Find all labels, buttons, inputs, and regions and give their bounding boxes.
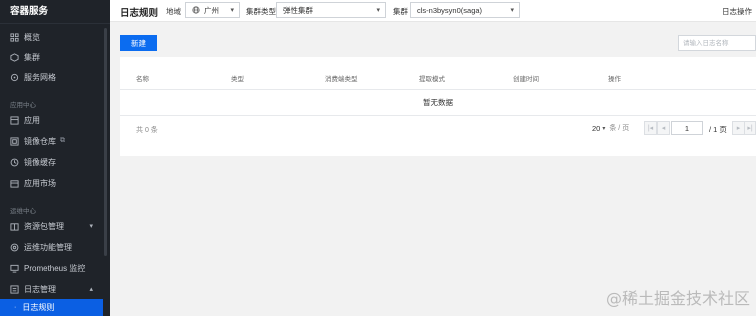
sidebar-item-cluster[interactable]: 集群 — [0, 48, 107, 66]
region-value: 广州 — [204, 5, 219, 15]
section-app-center: 应用中心 — [10, 102, 36, 109]
external-link-icon: ⧉ — [60, 137, 65, 144]
cluster-type-label: 集群类型 — [246, 7, 276, 16]
prev-page-button[interactable]: ◂ — [657, 121, 670, 135]
mesh-icon — [10, 73, 19, 82]
grid-icon — [10, 32, 19, 42]
bullet-icon: · — [14, 304, 17, 311]
chevron-down-icon: ▾ — [376, 7, 380, 14]
sidebar: 容器服务 概览 集群 服务网格 应用中心 应用 镜像仓库 ⧉ 镜像缓存 应用市场… — [0, 0, 110, 316]
chevron-up-icon: ▴ — [89, 286, 93, 293]
market-icon — [10, 179, 19, 188]
region-select[interactable]: 广州 ▾ — [185, 2, 240, 18]
page-title: 日志规则 — [120, 8, 159, 19]
new-button[interactable]: 新建 — [120, 35, 157, 51]
header-bar: 日志规则 地域 广州 ▾ 集群类型 弹性集群 ▾ 集群 cls-n3bysyn0… — [110, 0, 756, 22]
sidebar-item-image-cache[interactable]: 镜像缓存 — [0, 153, 107, 171]
cluster-value: cls-n3bysyn0(saga) — [417, 5, 483, 15]
last-page-button[interactable]: ▸| — [744, 121, 756, 135]
log-icon — [10, 284, 19, 294]
section-ops-center: 运维中心 — [10, 208, 36, 215]
page-size-unit: 条 / 页 — [609, 125, 630, 132]
sidebar-item-label: 应用 — [24, 115, 40, 125]
column-header-create-time: 创建时间 — [513, 76, 539, 83]
log-operation-link[interactable]: 日志操作 — [722, 6, 752, 17]
search-input[interactable] — [678, 35, 756, 51]
sidebar-item-label: 镜像仓库 — [24, 136, 56, 146]
ops-feature-icon — [10, 243, 19, 252]
image-cache-icon — [10, 158, 19, 167]
row-divider — [120, 115, 756, 116]
sidebar-item-label: 应用市场 — [24, 178, 56, 188]
first-page-button[interactable]: |◂ — [644, 121, 657, 135]
column-header-actions: 操作 — [608, 76, 621, 83]
sidebar-item-label: 日志规则 — [22, 303, 55, 312]
cluster-type-select[interactable]: 弹性集群 ▾ — [276, 2, 386, 18]
sidebar-item-label: 资源包管理 — [24, 221, 64, 231]
sidebar-item-label: 概览 — [24, 32, 40, 42]
header-divider — [120, 89, 756, 90]
brand-title: 容器服务 — [0, 0, 110, 24]
cluster-select[interactable]: cls-n3bysyn0(saga) ▾ — [410, 2, 520, 18]
chevron-down-icon: ▾ — [510, 7, 514, 14]
sidebar-item-label: 运维功能管理 — [24, 242, 72, 252]
image-repo-icon — [10, 136, 19, 146]
page-size-select[interactable]: 20 ▾ 条 / 页 — [592, 123, 629, 133]
cluster-label: 集群 — [393, 7, 408, 16]
sidebar-item-package[interactable]: 资源包管理 ▾ — [0, 217, 107, 235]
monitor-icon — [10, 264, 19, 273]
globe-icon — [192, 6, 200, 14]
column-header-type: 类型 — [231, 76, 244, 83]
sidebar-item-ops-feature[interactable]: 运维功能管理 — [0, 238, 107, 256]
app-icon — [10, 115, 19, 125]
chevron-down-icon: ▾ — [89, 223, 93, 230]
page-size-value: 20 — [592, 123, 601, 133]
cluster-icon — [10, 52, 19, 62]
sidebar-item-log[interactable]: 日志管理 ▴ — [0, 280, 107, 298]
column-header-extract-mode: 提取模式 — [419, 76, 445, 83]
sidebar-item-market[interactable]: 应用市场 — [0, 174, 107, 192]
page-total: / 1 页 — [709, 125, 727, 134]
column-header-consumer-type: 消费端类型 — [325, 76, 358, 83]
sidebar-item-label: Prometheus 监控 — [24, 263, 86, 273]
empty-state-text: 暂无数据 — [423, 98, 453, 107]
cluster-type-value: 弹性集群 — [283, 5, 313, 15]
sidebar-item-label: 集群 — [24, 52, 40, 62]
sidebar-item-prometheus[interactable]: Prometheus 监控 — [0, 259, 107, 277]
region-label: 地域 — [166, 7, 181, 16]
sidebar-item-mesh[interactable]: 服务网格 — [0, 68, 107, 86]
sidebar-item-label: 服务网格 — [24, 72, 56, 82]
sidebar-item-app[interactable]: 应用 — [0, 111, 107, 129]
sidebar-item-overview[interactable]: 概览 — [0, 28, 107, 46]
table-header: 名称 类型 消费端类型 提取模式 创建时间 操作 — [120, 70, 756, 86]
table-card: 名称 类型 消费端类型 提取模式 创建时间 操作 暂无数据 共 0 条 20 ▾… — [120, 57, 756, 156]
chevron-down-icon: ▾ — [230, 7, 234, 14]
sidebar-item-label: 镜像缓存 — [24, 157, 56, 167]
column-header-name: 名称 — [136, 76, 149, 83]
sidebar-item-image-repo[interactable]: 镜像仓库 ⧉ — [0, 132, 107, 150]
chevron-down-icon: ▾ — [602, 125, 606, 132]
sidebar-item-log-rules[interactable]: · 日志规则 — [0, 299, 103, 316]
page-number-input[interactable] — [671, 121, 703, 135]
sidebar-item-label: 日志管理 — [24, 284, 56, 294]
package-icon — [10, 222, 19, 231]
total-count: 共 0 条 — [136, 127, 158, 134]
watermark-text: @稀土掘金技术社区 — [606, 289, 751, 308]
